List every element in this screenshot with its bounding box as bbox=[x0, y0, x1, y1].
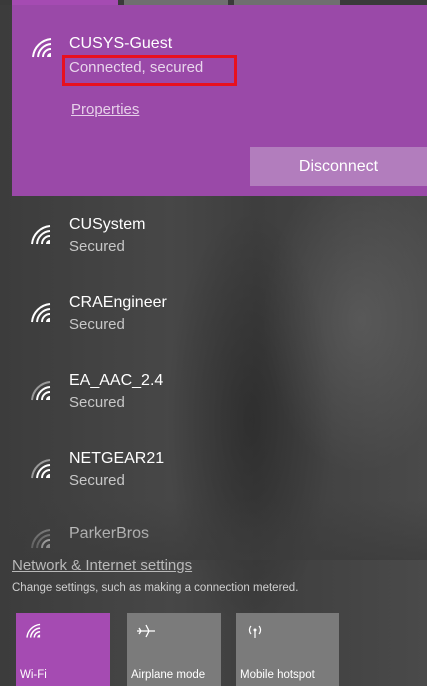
network-list-item[interactable]: ParkerBros bbox=[12, 508, 427, 586]
disconnect-button[interactable]: Disconnect bbox=[250, 147, 427, 186]
network-list-item[interactable]: EA_AAC_2.4 Secured bbox=[12, 352, 427, 430]
hotspot-icon bbox=[245, 623, 265, 639]
network-name: CRAEngineer bbox=[69, 294, 167, 311]
airplane-icon bbox=[136, 623, 156, 639]
network-flyout: CUSYS-Guest Connected, secured Propertie… bbox=[0, 0, 427, 686]
network-name: NETGEAR21 bbox=[69, 450, 165, 467]
airplane-mode-tile[interactable]: Airplane mode bbox=[127, 613, 221, 686]
network-settings-link[interactable]: Network & Internet settings bbox=[12, 557, 192, 574]
network-list-item[interactable]: CUSystem Secured bbox=[12, 196, 427, 274]
wifi-icon bbox=[31, 37, 57, 59]
status-highlight-box bbox=[62, 55, 237, 86]
tile-label: Wi-Fi bbox=[20, 669, 47, 681]
wifi-icon bbox=[30, 224, 56, 246]
wifi-icon bbox=[30, 528, 56, 550]
wifi-icon bbox=[30, 380, 56, 402]
network-status: Secured bbox=[69, 394, 125, 411]
network-settings-description: Change settings, such as making a connec… bbox=[12, 582, 299, 594]
network-name: CUSystem bbox=[69, 216, 146, 233]
network-list-item[interactable]: NETGEAR21 Secured bbox=[12, 430, 427, 508]
network-status: Secured bbox=[69, 238, 125, 255]
network-status: Secured bbox=[69, 316, 125, 333]
network-name: ParkerBros bbox=[69, 525, 150, 542]
wifi-icon bbox=[30, 302, 56, 324]
tile-label: Airplane mode bbox=[131, 669, 206, 681]
tile-label: Mobile hotspot bbox=[240, 669, 315, 681]
network-list-item[interactable]: CRAEngineer Secured bbox=[12, 274, 427, 352]
network-name: EA_AAC_2.4 bbox=[69, 372, 164, 389]
network-status: Secured bbox=[69, 472, 125, 489]
network-name: CUSYS-Guest bbox=[69, 35, 173, 52]
wifi-icon bbox=[30, 458, 56, 480]
wifi-icon bbox=[25, 623, 45, 639]
mobile-hotspot-tile[interactable]: Mobile hotspot bbox=[236, 613, 339, 686]
properties-link[interactable]: Properties bbox=[71, 101, 139, 118]
connected-network-panel[interactable]: CUSYS-Guest Connected, secured Propertie… bbox=[12, 5, 427, 196]
wifi-toggle-tile[interactable]: Wi-Fi bbox=[16, 613, 110, 686]
